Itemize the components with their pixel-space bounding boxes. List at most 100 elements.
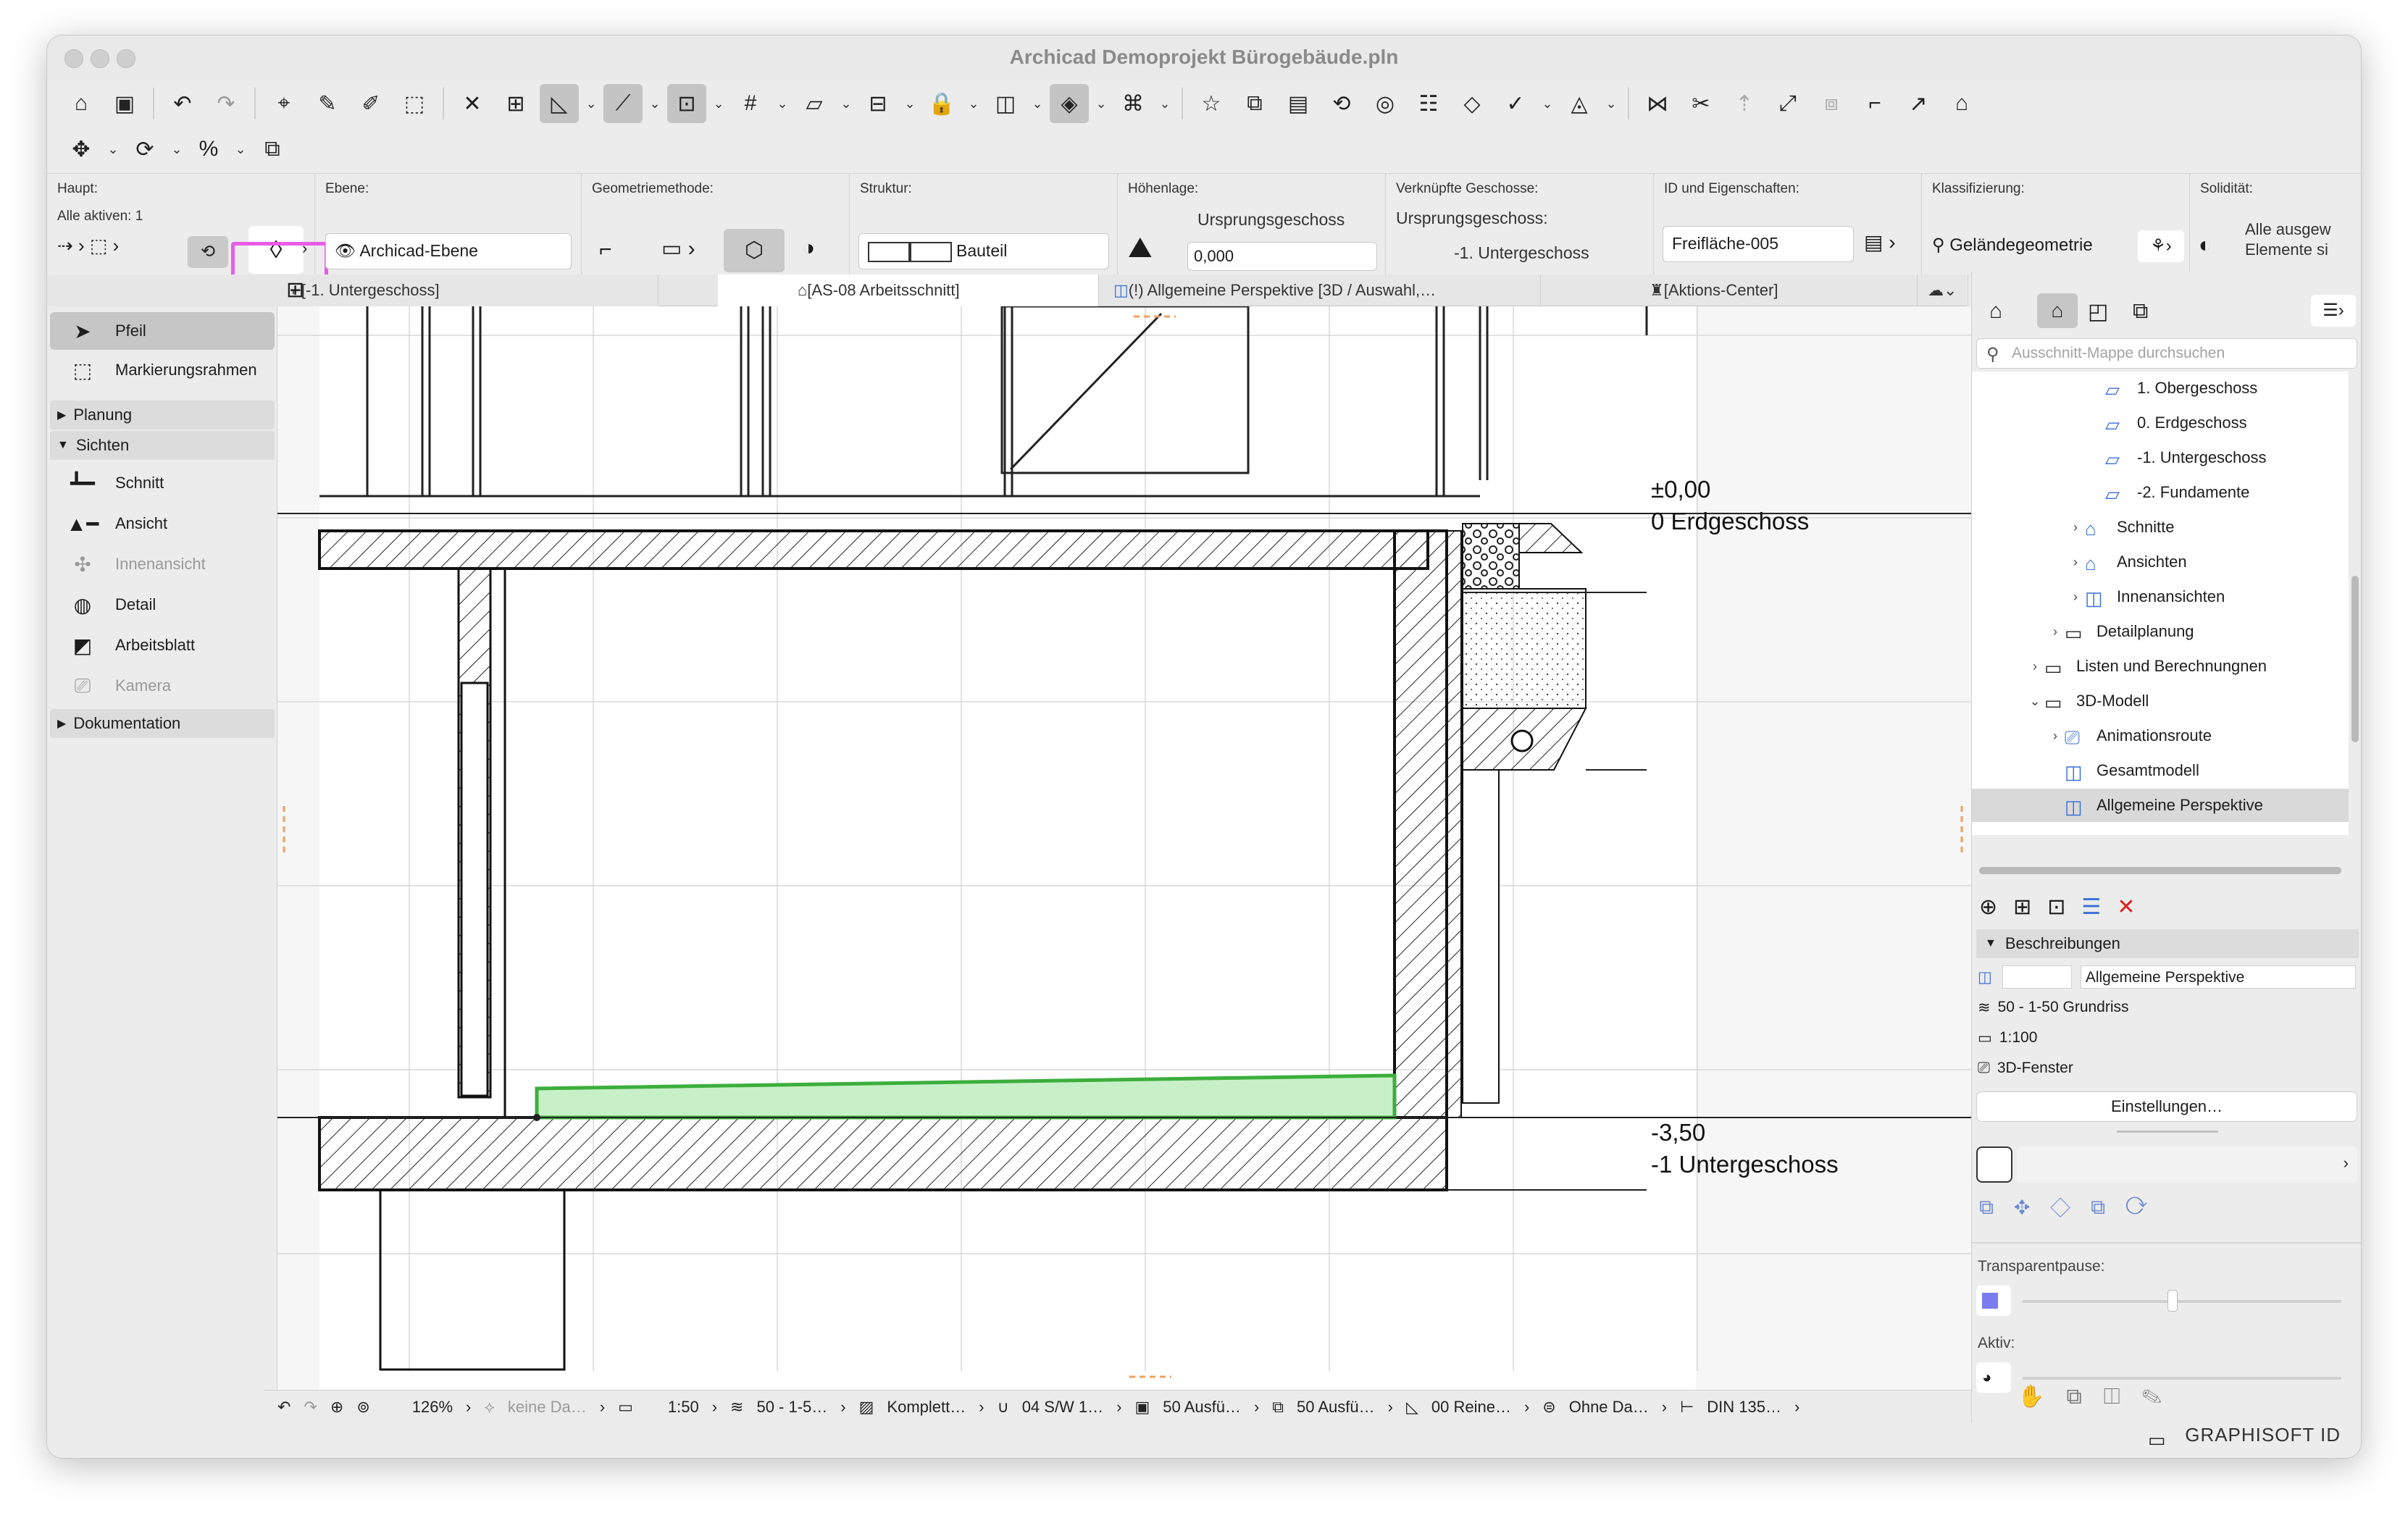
panel-menu-icon[interactable]: ☰› (2311, 295, 2356, 327)
geometry-straight-icon[interactable]: ⌐ (599, 238, 612, 262)
trace-icon[interactable]: ✕ (453, 84, 492, 123)
chevron-down-icon[interactable]: ⌄ (1603, 96, 1619, 112)
layout-book-icon[interactable]: ◰ (2088, 299, 2108, 324)
properties-icon[interactable]: ▤ › (1864, 230, 1896, 254)
tree-item[interactable]: ⌄ ▭ 3D-Modell (1972, 684, 2349, 718)
chevron-right-icon[interactable]: › (1794, 1398, 1799, 1417)
group-sichten[interactable]: ▼ Sichten (50, 431, 275, 460)
toolbox-grid-icon[interactable]: ⊞ (286, 277, 304, 303)
guideline-icon[interactable]: ⟋ (603, 84, 643, 123)
elevate-icon[interactable]: ⇡ (1725, 84, 1764, 123)
desc-id-field[interactable] (2002, 965, 2072, 989)
properties-list-icon[interactable]: ☰ (2081, 895, 2117, 919)
trace-reference-dropdown[interactable]: › (2017, 1146, 2357, 1183)
3d-window-icon[interactable]: ⧉ (1235, 84, 1274, 123)
tree-item[interactable]: › ⌂ Ansichten (1972, 545, 2349, 579)
chevron-down-icon[interactable]: ⌄ (838, 96, 854, 112)
palette-icon[interactable]: ◕ (1976, 1362, 2011, 1393)
tree-item[interactable]: ▱ 1. Obergeschoss (1972, 372, 2349, 405)
trace-move-icon[interactable]: ⧉ (1979, 1196, 2014, 1218)
window-icon[interactable]: ▭ (2148, 1429, 2166, 1451)
chevron-right-icon[interactable]: › (1662, 1398, 1667, 1417)
tool-detail[interactable]: ◍ Detail (50, 586, 275, 624)
id-input[interactable]: Freifläche-005 (1663, 226, 1854, 262)
roof-icon[interactable]: ⌂ (1942, 84, 1981, 123)
trace-rotate-icon[interactable]: ✥ (2014, 1196, 2050, 1218)
group-planung[interactable]: ▶ Planung (50, 401, 275, 429)
chevron-right-icon[interactable]: › (2066, 590, 2085, 605)
curve-icon[interactable]: ↗ (1899, 84, 1938, 123)
elevation-reference[interactable]: Ursprungsgeschoss (1197, 210, 1345, 230)
resize-icon[interactable]: ⤢ (1768, 84, 1807, 123)
transparency-slider[interactable] (2023, 1300, 2341, 1303)
elevation-input[interactable]: 0,000 (1187, 242, 1377, 271)
chevron-down-icon[interactable]: ⌄ (902, 96, 918, 112)
renovation[interactable]: 50 Ausfü… (1297, 1398, 1375, 1417)
tree-scrollbar[interactable] (2351, 576, 2359, 742)
tab-menu[interactable]: ☁⌄ (1918, 274, 1968, 306)
tree-hscrollbar[interactable] (1979, 867, 2341, 874)
align-icon[interactable]: ⧈ (1812, 84, 1851, 123)
snap-points-icon[interactable]: ⊡ (667, 84, 706, 123)
chevron-right-icon[interactable]: › (2046, 729, 2065, 744)
trace-reference-icon[interactable] (1976, 1146, 2012, 1183)
trace-mirror-icon[interactable]: ◇ (2050, 1196, 2091, 1218)
trim-icon[interactable]: ✂ (1681, 84, 1721, 123)
selection-icon[interactable]: ⇢ › ⬚ › (57, 235, 119, 257)
scale-value[interactable]: 1:50 (668, 1398, 699, 1417)
geometry-rect-icon[interactable]: ▭ › (661, 236, 695, 261)
tool-schnitt[interactable]: ┻━ Schnitt (50, 464, 275, 502)
trace-edit-icon[interactable]: ✎ (2142, 1385, 2183, 1409)
trace-switch-icon[interactable]: ◫ (2104, 1385, 2142, 1409)
chevron-right-icon[interactable]: › (1116, 1398, 1121, 1417)
rotate-icon[interactable]: ⟳ (125, 130, 164, 169)
chevron-down-icon[interactable]: ⌄ (233, 142, 248, 157)
chevron-right-icon[interactable]: › (1388, 1398, 1393, 1417)
geometry-box-icon[interactable]: ⬡ (724, 229, 785, 272)
lock-icon[interactable]: 🔒 (922, 84, 961, 123)
settings-button[interactable]: Einstellungen… (1976, 1091, 2357, 1122)
renovation-filter[interactable]: 00 Reine… (1431, 1398, 1511, 1417)
chevron-down-icon[interactable]: ⌄ (2026, 694, 2044, 709)
project-map-icon[interactable]: ⌂ (1989, 299, 2002, 324)
tree-item[interactable]: ▱ -2. Fundamente (1972, 476, 2349, 509)
tree-item[interactable]: › ◫ Innenansichten (1972, 580, 2349, 613)
trace-swap-icon[interactable]: ⧉ (2091, 1196, 2125, 1218)
undo-view-icon[interactable]: ↶ (277, 1398, 290, 1417)
geometry-revolve-icon[interactable]: ◑ (802, 236, 815, 261)
snap-guide-icon[interactable]: ◺ (540, 84, 579, 123)
classification-tree-icon[interactable]: ⚘› (2138, 230, 2184, 262)
zoom-in-icon[interactable]: ⊕ (330, 1398, 343, 1417)
chevron-down-icon[interactable]: ⌄ (169, 142, 185, 157)
chevron-down-icon[interactable]: ⌄ (774, 96, 790, 112)
properties-icon[interactable]: ☷ (1409, 84, 1448, 123)
layer-combo[interactable]: 50 - 1-5… (756, 1398, 827, 1417)
chevron-right-icon[interactable]: › (2046, 624, 2065, 640)
chevron-right-icon[interactable]: › (1254, 1398, 1259, 1417)
tab-untergeschoss[interactable]: ⌐ [-1. Untergeschoss] (277, 274, 659, 306)
chevron-right-icon[interactable]: › (466, 1398, 471, 1417)
tree-item[interactable]: ▱ -1. Untergeschoss (1972, 441, 2349, 474)
group-dokumentation[interactable]: ▶ Dokumentation (50, 709, 275, 738)
tree-item[interactable]: › ⎚ Animationsroute (1972, 719, 2349, 752)
fillet-icon[interactable]: ⌐ (1855, 84, 1894, 123)
pen-set[interactable]: 04 S/W 1… (1022, 1398, 1103, 1417)
drawing-canvas[interactable]: ±0,00 0 Erdgeschoss -3,50 -1 Untergescho… (277, 306, 1971, 1390)
trace-reset-icon[interactable]: ⟳ (2125, 1196, 2167, 1218)
tree-item[interactable]: ◫ Gesamtmodell (1972, 754, 2349, 787)
chevron-down-icon[interactable]: ⌄ (1029, 96, 1045, 112)
din-standard[interactable]: DIN 135… (1707, 1398, 1781, 1417)
layer-field[interactable]: 👁 Archicad-Ebene (325, 233, 572, 269)
check-icon[interactable]: ✓ (1496, 84, 1535, 123)
classification-field[interactable]: ⚲ Geländegeometrie (1932, 235, 2093, 256)
tool-arbeitsblatt[interactable]: ◩ Arbeitsblatt (50, 626, 275, 664)
chevron-right-icon[interactable]: › (600, 1398, 605, 1417)
tree-item[interactable]: ◫ Allgemeine Perspektive (1972, 789, 2349, 822)
marquee-select-icon[interactable]: ⊟ (858, 84, 898, 123)
graphisoft-id-button[interactable]: GRAPHISOFT ID (2185, 1424, 2341, 1446)
layout-book-icon[interactable]: ▤ (1279, 84, 1318, 123)
trace-hand-icon[interactable]: ✋ (2018, 1385, 2066, 1409)
chevron-down-icon[interactable]: ⌄ (583, 96, 599, 112)
redo-view-icon[interactable]: ↷ (304, 1398, 317, 1417)
chevron-down-icon[interactable]: ⌄ (711, 96, 727, 112)
